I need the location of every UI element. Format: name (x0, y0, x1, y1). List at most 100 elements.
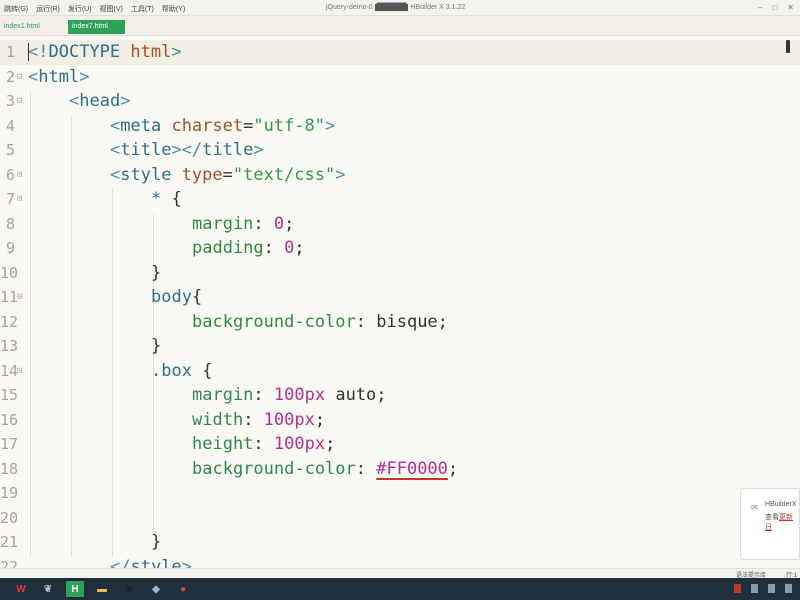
code-line[interactable]: 19 (0, 481, 800, 506)
code-line[interactable]: 13} (0, 334, 800, 359)
code-token: auto (335, 385, 377, 405)
menu-item-run[interactable]: 运行(R) (36, 4, 60, 14)
code-token: margin (192, 213, 254, 234)
close-icon[interactable]: ✕ (787, 3, 794, 12)
code-text: margin: 100px auto; (192, 383, 387, 408)
code-text: <meta charset="utf-8"> (110, 114, 335, 139)
code-token: < (28, 66, 39, 87)
system-tray (734, 584, 792, 593)
code-line[interactable]: 14 ⊟ .box { (0, 359, 800, 384)
code-text: background-color: #FF0000; (192, 457, 458, 482)
project-name: jQuery-demo-0 (326, 4, 373, 11)
tray-network-icon[interactable] (751, 584, 758, 593)
code-line[interactable]: 15 margin: 100px auto; (0, 383, 800, 408)
minimize-icon[interactable]: – (758, 3, 762, 12)
window-controls: – □ ✕ (758, 3, 794, 12)
notification-body: 查看更新日 (765, 512, 799, 532)
code-text: body{ (151, 285, 202, 310)
code-line[interactable]: 12 background-color: bisque; (0, 310, 800, 335)
code-line[interactable]: 16 width: 100px; (0, 408, 800, 433)
code-line[interactable]: 2 ⊟ <html> (0, 65, 800, 90)
editor-tab-bar: index1.html index7.html (0, 16, 800, 36)
code-line[interactable]: 7 ⊟ * { (0, 187, 800, 212)
line-number: 7 (5, 190, 15, 208)
tab-index7[interactable]: index7.html (68, 20, 125, 34)
code-token: > (253, 140, 264, 160)
code-token: < (110, 115, 121, 136)
menu-item-view[interactable]: 视图(V) (100, 4, 123, 14)
code-text: <head> (69, 89, 130, 114)
chrome-icon[interactable]: ● (174, 581, 192, 597)
tab-index1[interactable]: index1.html (0, 20, 44, 34)
tray-flag-icon[interactable] (734, 584, 741, 593)
code-line[interactable]: 18 background-color: #FF0000; (0, 457, 800, 482)
code-line[interactable]: 3 ⊟ <head> (0, 89, 800, 114)
tray-ime-icon[interactable] (785, 584, 792, 593)
window-title: jQuery-demo-0 ██████ HBuilder X 3.1.22 (326, 4, 465, 11)
code-token: : (355, 311, 377, 332)
line-number: 15 (0, 386, 19, 404)
wps-icon[interactable]: W (12, 581, 30, 597)
menu-item-tools[interactable]: 工具(T) (131, 4, 154, 14)
code-line[interactable]: 1 <!DOCTYPE html> (0, 40, 800, 65)
code-token: : (253, 434, 274, 454)
code-token: "text/css" (232, 164, 336, 185)
code-line[interactable]: 8 margin: 0; (0, 212, 800, 237)
notification-text: 查看 (765, 514, 779, 521)
tray-volume-icon[interactable] (768, 584, 775, 593)
line-number: 6 (5, 165, 15, 184)
fold-toggle-icon[interactable]: ⊟ (17, 163, 22, 188)
fold-toggle-icon[interactable]: ⊟ (17, 65, 22, 90)
code-line[interactable]: 6 ⊟ <style type="text/css"> (0, 163, 800, 188)
notification-title: HBuilderX (765, 501, 797, 508)
code-line[interactable]: 5 <title></title> (0, 138, 800, 163)
code-text: } (151, 530, 161, 555)
code-token: title (202, 140, 254, 160)
code-token: < (69, 91, 80, 111)
code-token: bisque (376, 311, 438, 332)
maximize-icon[interactable]: □ (772, 3, 777, 12)
folder-icon[interactable]: ▬ (93, 581, 111, 597)
menu-item-publish[interactable]: 发行(U) (68, 4, 92, 14)
code-token: : (243, 409, 264, 430)
menu-item-help[interactable]: 帮助(Y) (162, 4, 185, 14)
code-token: body (151, 287, 192, 307)
code-line[interactable]: 11 ⊟ body{ (0, 285, 800, 310)
menu-item-goto[interactable]: 跳转(G) (4, 4, 28, 14)
code-token: > (79, 66, 90, 87)
fold-toggle-icon[interactable]: ⊟ (17, 187, 22, 212)
hbuilder-icon[interactable]: H (66, 581, 84, 597)
terminal-icon[interactable]: ■ (120, 581, 138, 597)
code-line[interactable]: 9 padding: 0; (0, 236, 800, 261)
app-icon[interactable]: ◆ (147, 581, 165, 597)
code-token: = (222, 164, 233, 185)
line-number: 16 (0, 410, 19, 429)
code-token: head (79, 91, 121, 111)
update-notification[interactable]: ✉ HBuilderX 查看更新日 (740, 488, 800, 560)
code-token: { (161, 189, 182, 209)
scrollbar-marker[interactable] (786, 40, 790, 53)
code-token: ; (376, 385, 387, 405)
fold-toggle-icon[interactable]: ⊟ (17, 359, 22, 384)
fold-toggle-icon[interactable]: ⊟ (17, 285, 22, 310)
code-line[interactable]: 4 <meta charset="utf-8"> (0, 114, 800, 139)
bird-icon[interactable]: ❦ (39, 581, 57, 597)
code-text: <style type="text/css"> (110, 163, 346, 188)
code-line[interactable]: 17 height: 100px; (0, 432, 800, 457)
menu-bar: 跳转(G) 运行(R) 发行(U) 视图(V) 工具(T) 帮助(Y) jQue… (0, 0, 800, 16)
code-token: 100px (273, 385, 326, 405)
code-line[interactable]: 10} (0, 261, 800, 286)
code-line[interactable]: 20 (0, 506, 800, 531)
code-token: = (243, 115, 254, 136)
code-editor[interactable]: 1 <!DOCTYPE html> 2 ⊟ <html> 3 ⊟ <head> 4 <meta c… (0, 38, 800, 578)
code-token: ; (284, 213, 295, 234)
code-token: padding (192, 238, 264, 258)
code-line[interactable]: 21} (0, 530, 800, 555)
code-token: width (192, 409, 244, 430)
code-token: > (325, 115, 336, 136)
code-token: "utf-8" (253, 115, 326, 136)
fold-toggle-icon[interactable]: ⊟ (17, 89, 22, 114)
code-token: 0 (273, 213, 285, 234)
line-number: 8 (5, 214, 15, 233)
code-token: #FF0000 (376, 458, 448, 479)
